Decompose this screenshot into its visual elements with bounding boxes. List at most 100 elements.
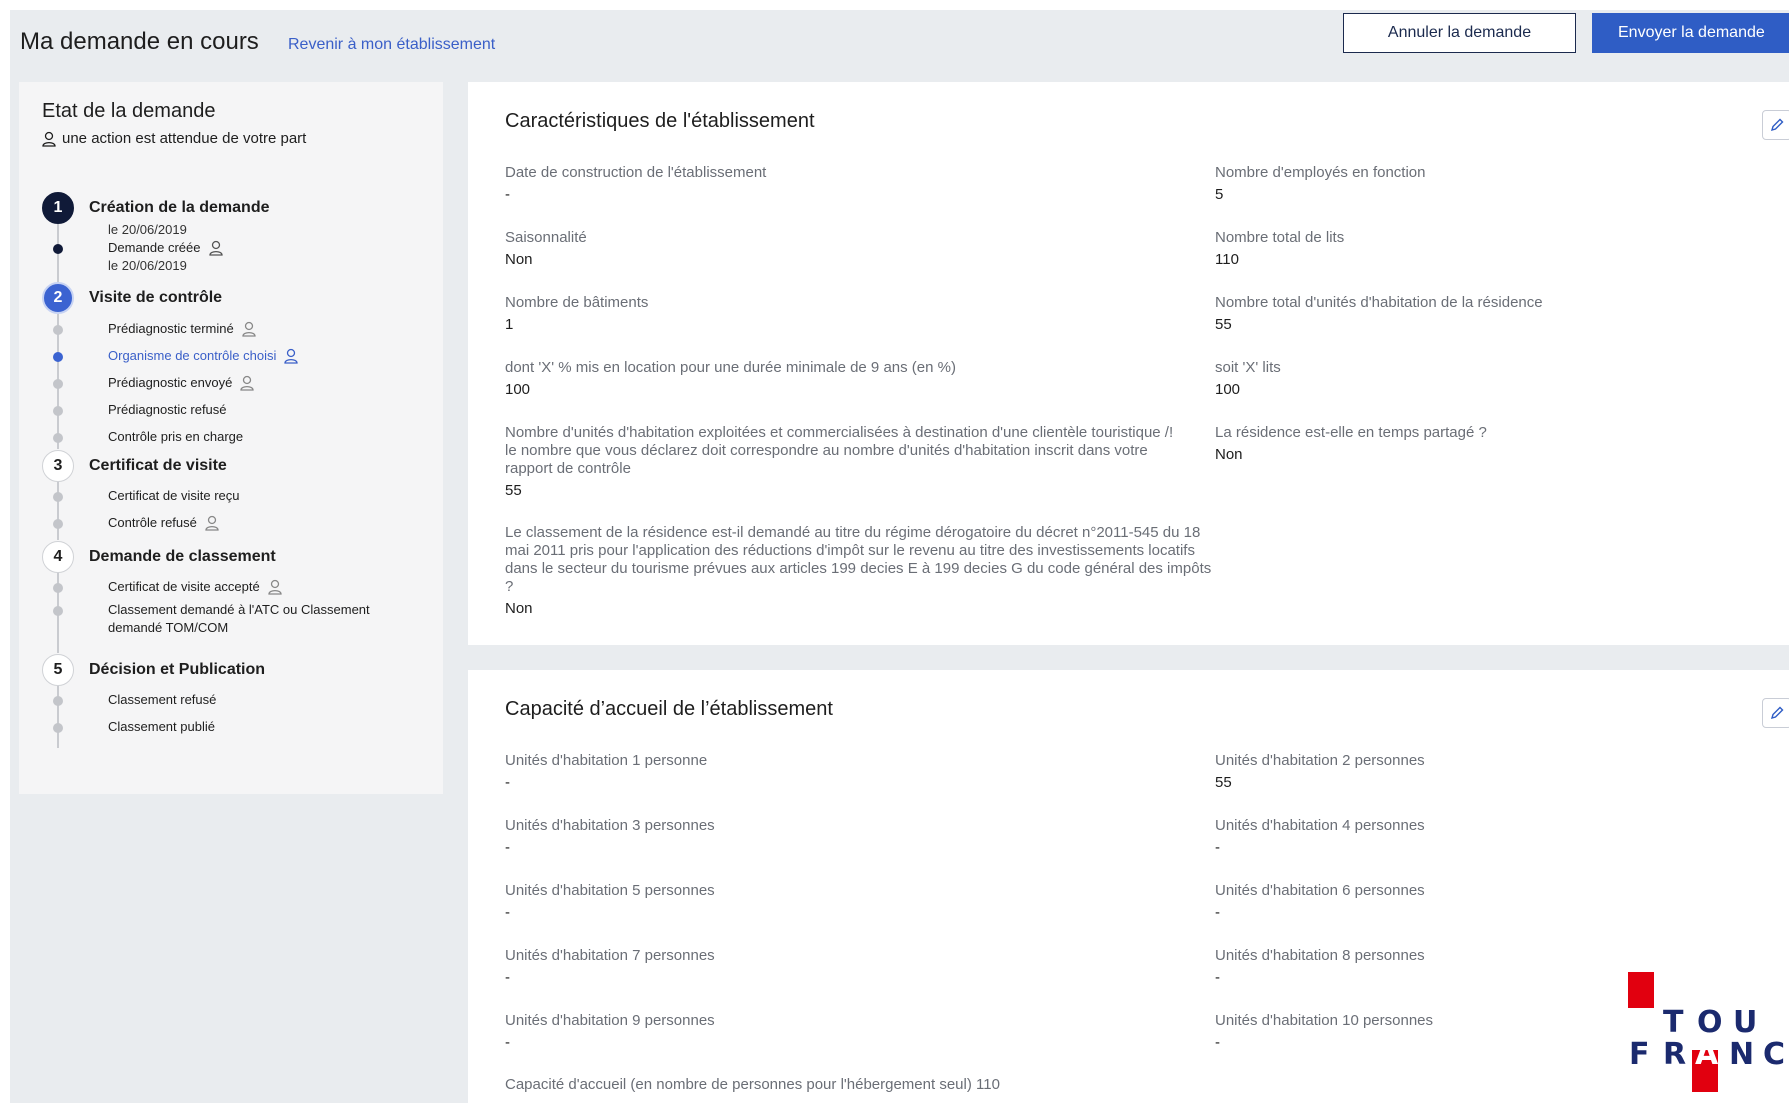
substep-item: Demande créée xyxy=(108,239,223,257)
field-label: Unités d'habitation 9 personnes xyxy=(505,1012,715,1029)
field-total-units: Nombre total d'unités d'habitation de la… xyxy=(1215,294,1715,333)
field-units-2: Unités d'habitation 2 personnes 55 xyxy=(1215,752,1715,791)
substep-label: Certificat de visite reçu xyxy=(108,488,240,503)
field-beds-x: soit 'X' lits 100 xyxy=(1215,359,1715,398)
field-derogatory-regime: Le classement de la résidence est-il dem… xyxy=(505,524,1215,617)
status-dot xyxy=(53,606,63,616)
step-name: Visite de contrôle xyxy=(89,289,223,306)
field-value: Non xyxy=(505,251,533,268)
back-to-establishment-link[interactable]: Revenir à mon établissement xyxy=(288,36,495,54)
pencil-icon xyxy=(1770,118,1784,132)
step-visit-certificate: 3 Certificat de visite xyxy=(42,450,227,482)
field-label: Date de construction de l'établissement xyxy=(505,164,767,181)
user-icon xyxy=(242,321,256,337)
field-label: Unités d'habitation 7 personnes xyxy=(505,947,715,964)
logo-letter: A xyxy=(1629,1005,1653,1040)
card-title: Capacité d’accueil de l’établissement xyxy=(505,698,833,720)
field-label: Unités d'habitation 1 personne xyxy=(505,752,708,769)
field-employees: Nombre d'employés en fonction 5 xyxy=(1215,164,1715,203)
field-label: La résidence est-elle en temps partagé ? xyxy=(1215,424,1487,441)
field-value: - xyxy=(1215,904,1220,921)
status-dot xyxy=(53,379,63,389)
field-label: soit 'X' lits xyxy=(1215,359,1281,376)
field-seasonality: Saisonnalité Non xyxy=(505,229,1195,268)
field-value: Non xyxy=(1215,446,1243,463)
field-total-capacity: Capacité d'accueil (en nombre de personn… xyxy=(505,1076,1405,1094)
substep-item: Certificat de visite accepté xyxy=(108,578,282,596)
field-label: Unités d'habitation 4 personnes xyxy=(1215,817,1425,834)
field-value: - xyxy=(505,969,510,986)
action-required-notice: une action est attendue de votre part xyxy=(42,130,306,147)
action-required-text: une action est attendue de votre part xyxy=(62,130,307,147)
step-number-badge: 3 xyxy=(42,450,74,482)
substep-label: Contrôle refusé xyxy=(108,515,197,530)
substep-item: Classement refusé xyxy=(108,691,216,709)
field-units-9: Unités d'habitation 9 personnes - xyxy=(505,1012,1195,1051)
field-label: Nombre total d'unités d'habitation de la… xyxy=(1215,294,1543,311)
substep-label: Prédiagnostic terminé xyxy=(108,321,234,336)
request-status-panel: Etat de la demande une action est attend… xyxy=(19,82,443,794)
edit-capacity-button[interactable] xyxy=(1762,698,1789,728)
step-number-badge: 1 xyxy=(42,192,74,224)
field-label: Le classement de la résidence est-il dem… xyxy=(505,524,1212,595)
field-label: Unités d'habitation 5 personnes xyxy=(505,882,715,899)
status-dot xyxy=(53,696,63,706)
logo-letter: C xyxy=(1763,1037,1785,1072)
substep-label: Classement demandé à l'ATC ou Classement xyxy=(108,602,370,617)
status-dot xyxy=(53,325,63,335)
substep-label: Prédiagnostic envoyé xyxy=(108,375,233,390)
logo-letter: U xyxy=(1733,1005,1757,1040)
substep-label: Prédiagnostic refusé xyxy=(108,402,227,417)
edit-characteristics-button[interactable] xyxy=(1762,110,1789,140)
field-label: Unités d'habitation 2 personnes xyxy=(1215,752,1425,769)
field-label: Saisonnalité xyxy=(505,229,587,246)
substep-item: Prédiagnostic envoyé xyxy=(108,374,254,392)
step-name: Demande de classement xyxy=(89,548,276,565)
user-icon xyxy=(208,240,223,256)
field-value: Non xyxy=(505,600,533,617)
step-name: Décision et Publication xyxy=(89,661,266,678)
field-units-1: Unités d'habitation 1 personne - xyxy=(505,752,1195,791)
establishment-capacity-card: Capacité d’accueil de l’établissement Un… xyxy=(468,670,1789,1103)
field-value: 110 xyxy=(1215,251,1239,268)
field-label: Unités d'habitation 8 personnes xyxy=(1215,947,1425,964)
field-value: 1 xyxy=(505,316,514,333)
substep-item: Contrôle pris en charge xyxy=(108,428,243,446)
step-control-visit: 2 Visite de contrôle xyxy=(42,282,222,314)
logo-letter: R xyxy=(1663,1037,1686,1072)
status-dot xyxy=(53,492,63,502)
step-creation: 1 Création de la demande xyxy=(42,192,270,224)
step-name: Certificat de visite xyxy=(89,457,227,474)
field-value: - xyxy=(1215,839,1220,856)
page-title: Ma demande en cours xyxy=(20,28,259,55)
status-dot xyxy=(53,723,63,733)
field-value: - xyxy=(505,1034,510,1051)
field-value: 55 xyxy=(1215,774,1232,791)
substep-label: demandé TOM/COM xyxy=(108,620,229,635)
field-tourist-units: Nombre d'unités d'habitation exploitées … xyxy=(505,424,1185,499)
logo-letter: N xyxy=(1729,1037,1754,1072)
field-total-beds: Nombre total de lits 110 xyxy=(1215,229,1715,268)
user-icon xyxy=(268,579,282,595)
user-icon xyxy=(42,131,56,147)
substep-label: Classement refusé xyxy=(108,692,217,707)
field-value: 100 xyxy=(1215,381,1241,398)
field-label: Unités d'habitation 3 personnes xyxy=(505,817,715,834)
establishment-characteristics-card: Caractéristiques de l'établissement Date… xyxy=(468,82,1789,645)
field-units-4: Unités d'habitation 4 personnes - xyxy=(1215,817,1715,856)
substep-item: Classement demandé à l'ATC ou Classement… xyxy=(108,601,370,637)
logo-letter: A xyxy=(1695,1037,1719,1072)
field-rental-percent: dont 'X' % mis en location pour une duré… xyxy=(505,359,1195,398)
substep-label: Demande créée xyxy=(108,240,201,255)
field-value: 55 xyxy=(505,482,522,499)
status-dot xyxy=(53,433,63,443)
cancel-request-button[interactable]: Annuler la demande xyxy=(1343,13,1576,53)
substep-item: Prédiagnostic terminé xyxy=(108,320,256,338)
send-request-button[interactable]: Envoyer la demande xyxy=(1592,13,1789,53)
substep-label: Organisme de contrôle choisi xyxy=(108,348,277,363)
field-units-3: Unités d'habitation 3 personnes - xyxy=(505,817,1195,856)
field-construction-date: Date de construction de l'établissement … xyxy=(505,164,1195,203)
substep-label: Classement publié xyxy=(108,719,215,734)
status-dot xyxy=(53,406,63,416)
status-dot xyxy=(53,244,63,254)
